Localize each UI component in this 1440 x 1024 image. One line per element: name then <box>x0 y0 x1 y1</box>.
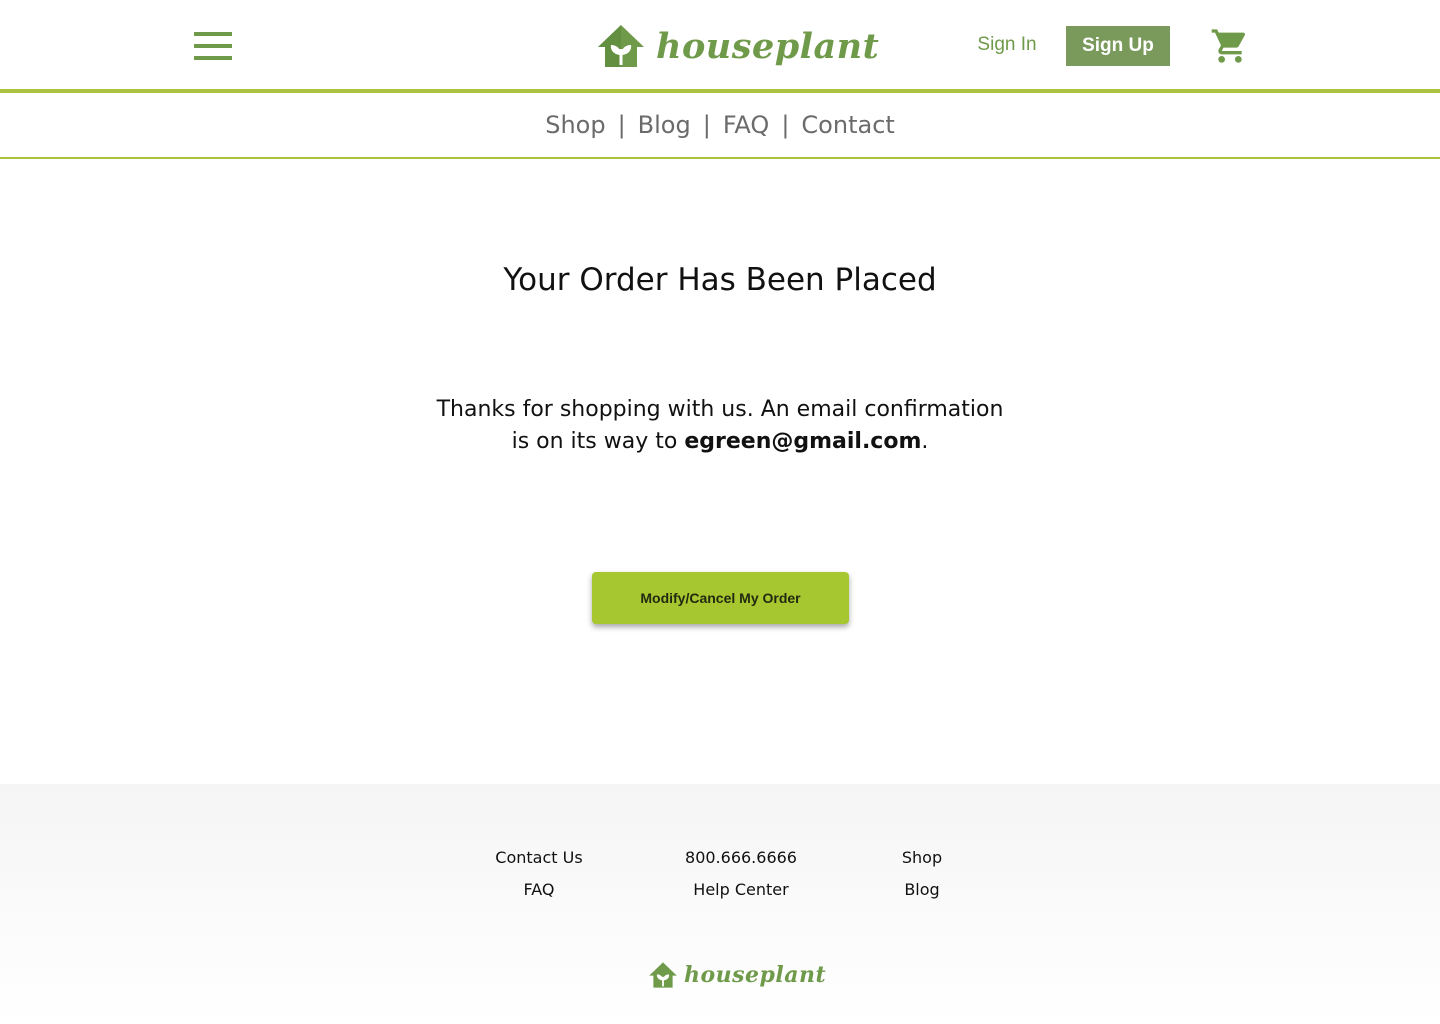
footer-column-contact: Contact Us FAQ <box>454 844 624 908</box>
cart-glyph <box>1211 29 1246 63</box>
menu-bar <box>194 56 232 60</box>
site-header: houseplant Sign In Sign Up <box>0 0 1440 89</box>
footer-help-center-link[interactable]: Help Center <box>656 876 826 908</box>
message-line-1: Thanks for shopping with us. An email co… <box>436 397 1004 422</box>
footer-column-support: 800.666.6666 Help Center <box>656 844 826 908</box>
confirmation-message: Thanks for shopping with us. An email co… <box>420 394 1020 458</box>
footer-blog-link[interactable]: Blog <box>837 876 1007 908</box>
brand-name: houseplant <box>656 25 880 67</box>
nav-separator: | <box>702 111 711 139</box>
nav-faq[interactable]: FAQ <box>723 111 770 139</box>
sign-in-link[interactable]: Sign In <box>970 30 1044 60</box>
confirmation-email: egreen@gmail.com <box>684 429 922 454</box>
nav-divider <box>0 157 1440 159</box>
footer-faq-link[interactable]: FAQ <box>454 876 624 908</box>
hamburger-menu-icon[interactable] <box>194 32 232 60</box>
footer-contact-us-link[interactable]: Contact Us <box>454 844 624 876</box>
message-line-2-prefix: is on its way to <box>511 429 685 454</box>
sign-up-button[interactable]: Sign Up <box>1066 26 1170 66</box>
menu-bar <box>194 32 232 36</box>
nav-separator: | <box>617 111 626 139</box>
footer-brand-logo[interactable]: houseplant <box>648 958 826 992</box>
nav-separator: | <box>781 111 790 139</box>
nav-blog[interactable]: Blog <box>638 111 691 139</box>
footer-brand-name: houseplant <box>684 962 827 988</box>
shopping-cart-icon[interactable] <box>1210 26 1250 66</box>
footer-shop-link[interactable]: Shop <box>837 844 1007 876</box>
page-title: Your Order Has Been Placed <box>503 262 937 298</box>
menu-bar <box>194 44 232 48</box>
modify-cancel-order-button[interactable]: Modify/Cancel My Order <box>592 572 849 624</box>
main-nav: Shop | Blog | FAQ | Contact <box>0 93 1440 157</box>
footer-column-site: Shop Blog <box>837 844 1007 908</box>
nav-shop[interactable]: Shop <box>545 111 605 139</box>
house-leaf-logo-icon <box>649 962 677 988</box>
footer-phone-link[interactable]: 800.666.6666 <box>656 844 826 876</box>
nav-contact[interactable]: Contact <box>801 111 894 139</box>
message-line-2-suffix: . <box>921 429 929 454</box>
house-leaf-logo-icon <box>598 25 644 67</box>
brand-logo[interactable]: houseplant <box>596 20 879 72</box>
site-footer: Contact Us FAQ 800.666.6666 Help Center … <box>0 784 1440 1024</box>
